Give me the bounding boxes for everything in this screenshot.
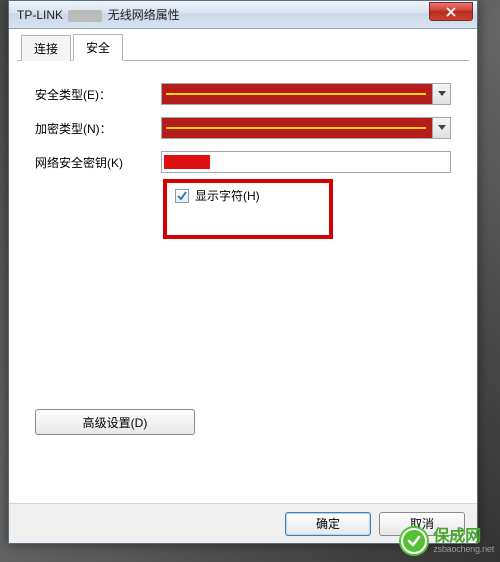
- titlebar[interactable]: TP-LINK 无线网络属性: [9, 1, 477, 29]
- combo-encryption-type-value: [162, 118, 432, 138]
- row-show-characters: 显示字符(H): [175, 187, 451, 204]
- row-network-key: 网络安全密钥(K): [35, 151, 451, 173]
- watermark-text: 保成网 zsbaocheng.net: [433, 529, 494, 554]
- close-icon: [446, 7, 456, 17]
- client-area: 连接 安全 安全类型(E)： 加密类型(N)：: [17, 37, 469, 501]
- row-encryption-type: 加密类型(N)：: [35, 117, 451, 139]
- tab-connection[interactable]: 连接: [21, 35, 71, 61]
- label-security-type: 安全类型(E)：: [35, 86, 161, 103]
- row-security-type: 安全类型(E)：: [35, 83, 451, 105]
- combo-security-type[interactable]: [161, 83, 451, 105]
- network-key-masked: [164, 155, 210, 169]
- watermark-subtitle: zsbaocheng.net: [433, 545, 494, 554]
- label-network-key: 网络安全密钥(K): [35, 154, 161, 171]
- watermark-logo: [399, 526, 429, 556]
- chevron-down-icon: [438, 125, 446, 131]
- combo-encryption-type-arrow[interactable]: [432, 118, 450, 138]
- watermark: 保成网 zsbaocheng.net: [399, 526, 494, 556]
- dialog-window: TP-LINK 无线网络属性 连接 安全 安全类型(E)：: [8, 0, 478, 544]
- input-network-key[interactable]: [161, 151, 451, 173]
- tabstrip: 连接 安全: [17, 37, 469, 61]
- tab-panel-security: 安全类型(E)： 加密类型(N)： 网络安全密钥(K: [17, 61, 469, 501]
- checkmark-icon: [407, 534, 421, 548]
- title-obscured: [68, 10, 102, 22]
- combo-security-type-value: [162, 84, 432, 104]
- checkmark-icon: [177, 191, 187, 201]
- combo-encryption-type[interactable]: [161, 117, 451, 139]
- title-prefix: TP-LINK: [17, 8, 63, 22]
- tab-security[interactable]: 安全: [73, 34, 123, 61]
- label-show-characters: 显示字符(H): [195, 187, 260, 204]
- combo-security-type-arrow[interactable]: [432, 84, 450, 104]
- chevron-down-icon: [438, 91, 446, 97]
- ok-button[interactable]: 确定: [285, 512, 371, 536]
- close-button[interactable]: [429, 2, 473, 21]
- title-suffix: 无线网络属性: [108, 8, 180, 22]
- watermark-title: 保成网: [433, 529, 494, 545]
- window-title: TP-LINK 无线网络属性: [9, 6, 180, 23]
- checkbox-show-characters[interactable]: [175, 189, 189, 203]
- label-encryption-type: 加密类型(N)：: [35, 120, 161, 137]
- advanced-settings-button[interactable]: 高级设置(D): [35, 409, 195, 435]
